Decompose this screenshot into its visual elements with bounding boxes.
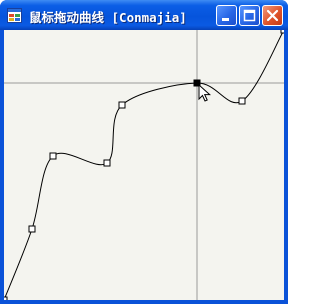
app-window: 鼠标拖动曲线 [Conmajia] <box>0 0 288 304</box>
close-icon <box>266 9 279 22</box>
control-point[interactable] <box>4 296 8 300</box>
control-point[interactable] <box>238 97 246 105</box>
curve-line <box>4 30 284 300</box>
title-bar[interactable]: 鼠标拖动曲线 [Conmajia] <box>0 0 288 30</box>
close-button[interactable] <box>262 5 283 26</box>
control-point[interactable] <box>118 101 126 109</box>
maximize-icon <box>243 9 256 22</box>
app-window-icon[interactable] <box>7 8 22 23</box>
minimize-button[interactable] <box>216 5 237 26</box>
curve-canvas[interactable] <box>4 30 284 300</box>
window-title: 鼠标拖动曲线 [Conmajia] <box>29 10 187 25</box>
maximize-button[interactable] <box>239 5 260 26</box>
control-point[interactable] <box>280 30 284 34</box>
mouse-cursor-icon <box>198 83 212 102</box>
control-point[interactable] <box>49 152 57 160</box>
minimize-icon <box>222 18 229 21</box>
control-point[interactable] <box>28 225 36 233</box>
curve-plot[interactable] <box>4 30 284 300</box>
control-point[interactable] <box>103 159 111 167</box>
